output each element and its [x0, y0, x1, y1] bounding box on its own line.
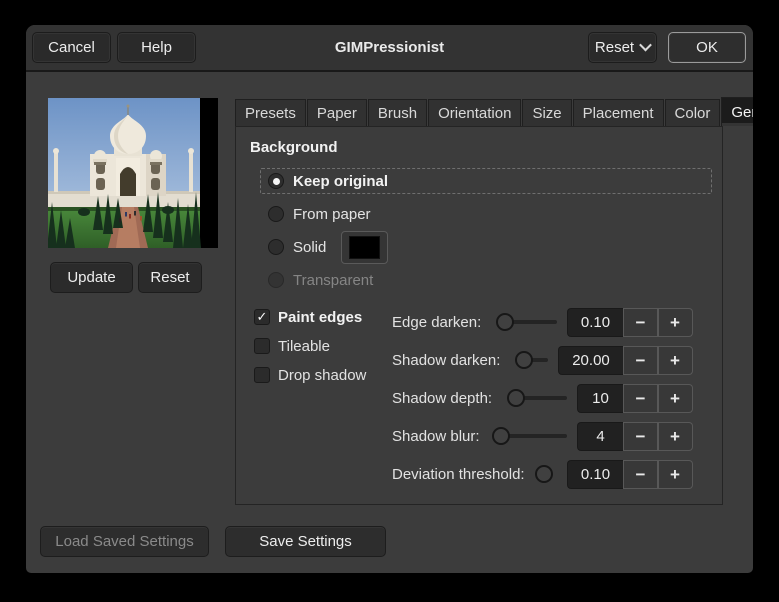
decrement-button[interactable]: − — [623, 383, 658, 413]
tab-paper[interactable]: Paper — [306, 99, 367, 126]
checkbox-label: Drop shadow — [278, 366, 367, 384]
shadow-depth-entry[interactable]: 10 — [577, 383, 623, 413]
settings-notebook: Presets Paper Brush Orientation Size Placemen… — [235, 97, 753, 505]
increment-button[interactable]: + — [658, 345, 693, 375]
checkbox-row-drop-shadow[interactable]: Drop shadow — [254, 366, 392, 384]
slider-knob[interactable] — [496, 313, 515, 331]
checkbox-label: Tileable — [278, 337, 330, 355]
color-swatch — [349, 235, 381, 259]
save-settings-button[interactable]: Save Settings — [225, 526, 386, 557]
checkbox-row-tileable[interactable]: Tileable — [254, 337, 392, 355]
decrement-button[interactable]: − — [623, 421, 658, 451]
taj-mahal-illustration — [47, 98, 218, 248]
background-options: Keep original From paper Solid Transpare… — [260, 168, 712, 293]
reset-dropdown-label: Reset — [594, 39, 635, 56]
tab-color[interactable]: Color — [664, 99, 721, 126]
ok-button[interactable]: OK — [668, 32, 746, 63]
checkbox-column: ✓ Paint edges Tileable Drop shadow — [254, 303, 392, 493]
slider-label: Deviation threshold: — [392, 465, 525, 483]
decrement-button[interactable]: − — [623, 307, 658, 337]
increment-button[interactable]: + — [658, 421, 693, 451]
slider-label: Shadow blur: — [392, 427, 480, 445]
slider-row-edge-darken: Edge darken: 0.10− + — [392, 303, 693, 341]
radio-icon[interactable] — [268, 239, 284, 255]
slider-label: Shadow darken: — [392, 351, 501, 369]
shadow-blur-slider[interactable] — [490, 426, 569, 446]
radio-row-solid[interactable]: Solid — [260, 230, 712, 264]
slider-label: Edge darken: — [392, 313, 482, 331]
preview-image — [47, 98, 218, 248]
increment-button[interactable]: + — [658, 383, 693, 413]
slider-row-shadow-depth: Shadow depth: 10− + — [392, 379, 693, 417]
checkbox-checked-icon[interactable]: ✓ — [254, 309, 270, 325]
increment-button[interactable]: + — [658, 459, 693, 489]
radio-label: Transparent — [293, 271, 374, 289]
slider-row-shadow-darken: Shadow darken: 20.00− + — [392, 341, 693, 379]
gimpressionist-dialog: Cancel Help GIMPressionist Reset OK Upda… — [26, 25, 753, 573]
slider-column: Edge darken: 0.10− + Shadow darken: 20.00… — [392, 303, 693, 493]
slider-knob[interactable] — [506, 389, 525, 407]
tab-presets[interactable]: Presets — [235, 99, 306, 126]
increment-button[interactable]: + — [658, 307, 693, 337]
slider-knob[interactable] — [535, 465, 554, 483]
tab-general[interactable]: General — [721, 97, 753, 126]
radio-row-from-paper[interactable]: From paper — [260, 201, 712, 227]
edge-darken-entry[interactable]: 0.10 — [567, 307, 623, 337]
shadow-darken-entry[interactable]: 20.00 — [558, 345, 623, 375]
reset-dropdown-button[interactable]: Reset — [588, 32, 657, 63]
shadow-blur-entry[interactable]: 4 — [577, 421, 623, 451]
general-tab-page: Background Keep original From paper Soli… — [235, 126, 723, 505]
decrement-button[interactable]: − — [623, 345, 658, 375]
slider-knob[interactable] — [514, 351, 533, 369]
radio-label: From paper — [293, 205, 371, 223]
load-saved-settings-button: Load Saved Settings — [40, 526, 209, 557]
tab-orientation[interactable]: Orientation — [428, 99, 522, 126]
slider-row-deviation-threshold: Deviation threshold: 0.10− + — [392, 455, 693, 493]
radio-label: Keep original — [293, 172, 389, 190]
update-button[interactable]: Update — [50, 262, 133, 293]
slider-knob[interactable] — [492, 427, 511, 445]
decrement-button[interactable]: − — [623, 459, 658, 489]
cancel-button[interactable]: Cancel — [32, 32, 111, 63]
shadow-darken-slider[interactable] — [510, 350, 550, 370]
radio-disabled-icon — [268, 272, 284, 288]
tab-brush[interactable]: Brush — [367, 99, 428, 126]
radio-label: Solid — [293, 238, 327, 256]
help-button[interactable]: Help — [117, 32, 196, 63]
solid-color-swatch-button[interactable] — [341, 230, 389, 264]
background-section-title: Background — [250, 139, 338, 156]
deviation-threshold-entry[interactable]: 0.10 — [567, 459, 623, 489]
slider-label: Shadow depth: — [392, 389, 493, 407]
tab-size[interactable]: Size — [522, 99, 572, 126]
checkbox-row-paint-edges[interactable]: ✓ Paint edges — [254, 308, 392, 326]
checkbox-icon[interactable] — [254, 367, 270, 383]
radio-row-transparent: Transparent — [260, 267, 712, 293]
radio-row-keep-original[interactable]: Keep original — [260, 168, 712, 194]
radio-icon[interactable] — [268, 206, 284, 222]
radio-selected-icon[interactable] — [268, 173, 284, 189]
titlebar: Cancel Help GIMPressionist Reset OK — [26, 25, 753, 72]
edge-darken-slider[interactable] — [491, 312, 559, 332]
chevron-down-icon — [639, 38, 652, 51]
deviation-threshold-slider[interactable] — [535, 464, 559, 484]
shadow-depth-slider[interactable] — [502, 388, 569, 408]
tab-bar: Presets Paper Brush Orientation Size Placemen… — [235, 97, 753, 126]
slider-row-shadow-blur: Shadow blur: 4− + — [392, 417, 693, 455]
checkbox-icon[interactable] — [254, 338, 270, 354]
checkbox-label: Paint edges — [278, 308, 363, 326]
tab-placement[interactable]: Placement — [572, 99, 664, 126]
preview-reset-button[interactable]: Reset — [138, 262, 202, 293]
